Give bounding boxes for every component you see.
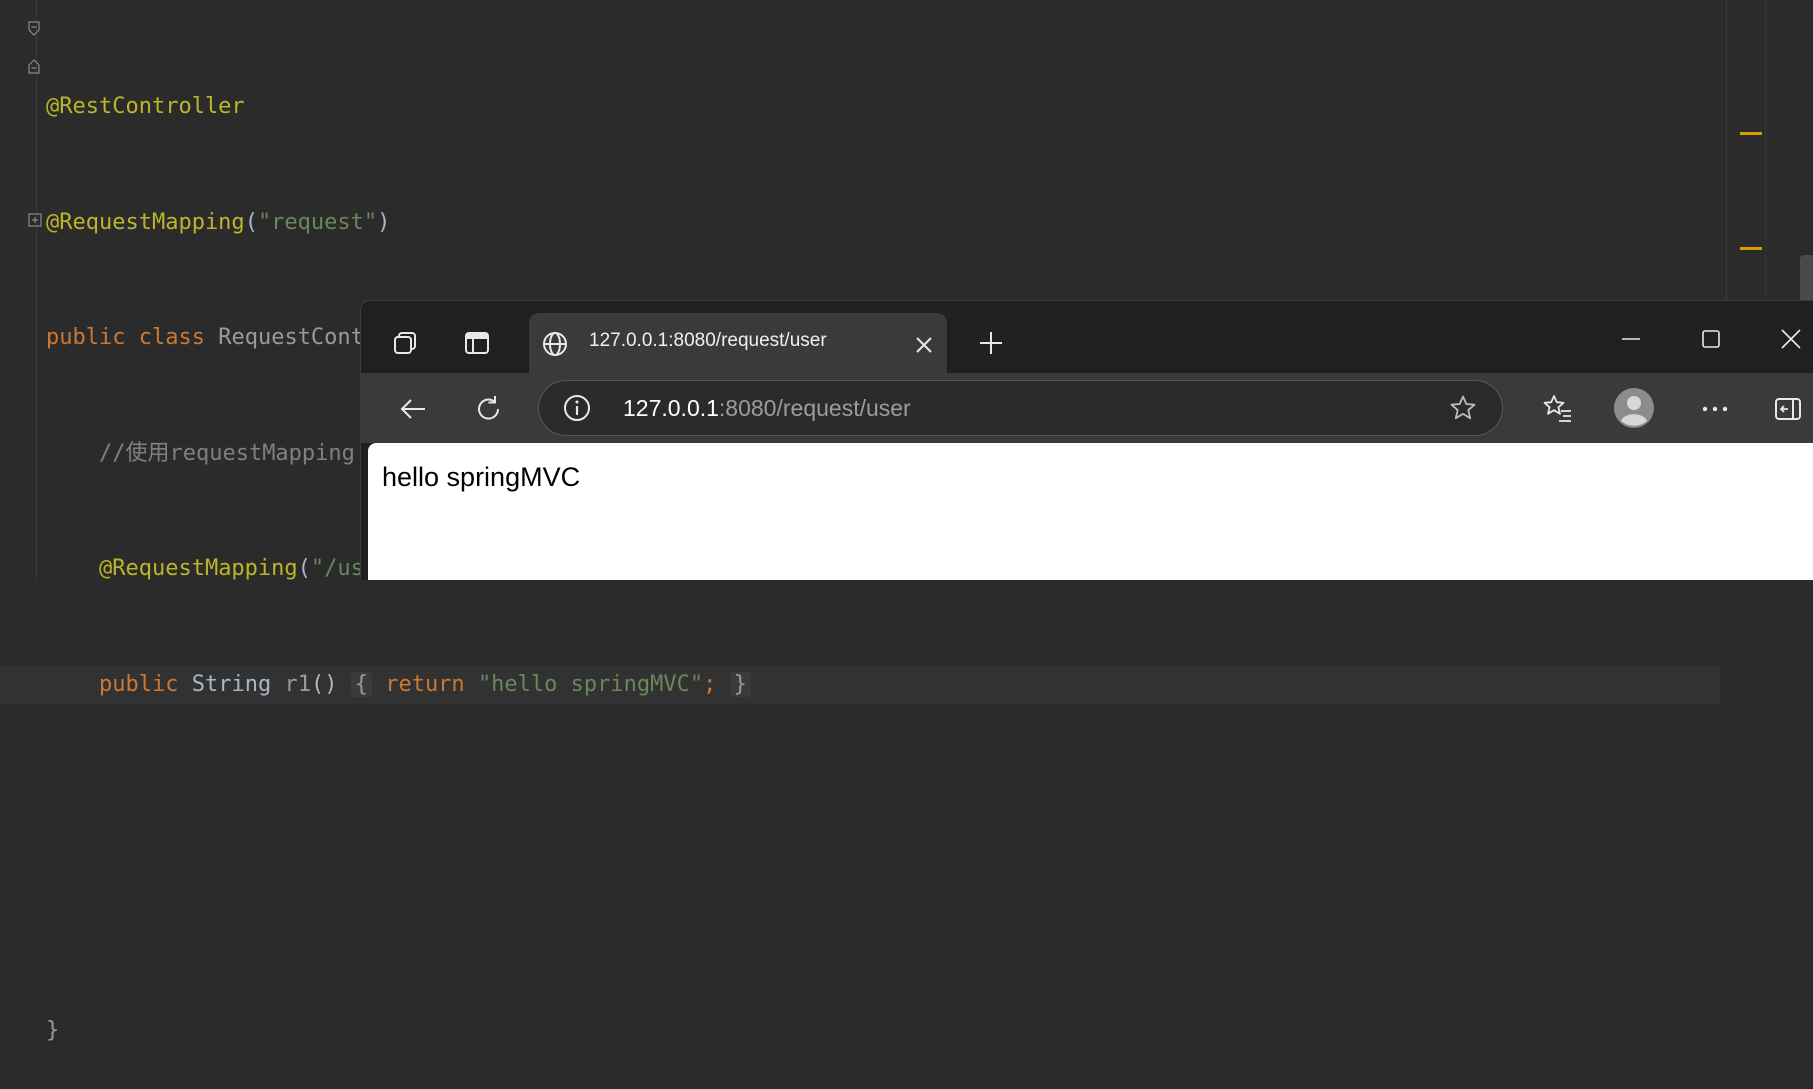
comment: //使用requestMapping bbox=[98, 440, 355, 466]
tab-active[interactable]: 127.0.0.1:8080/request/user bbox=[529, 313, 947, 373]
maximize-icon[interactable] bbox=[1691, 319, 1731, 359]
code-line: @RestController bbox=[46, 88, 751, 127]
browser-window: 127.0.0.1:8080/request/user 127.0.0.1:80… bbox=[360, 300, 1813, 580]
favorites-icon[interactable] bbox=[1536, 387, 1580, 431]
annotation: @RequestMapping bbox=[46, 209, 245, 235]
workspaces-icon[interactable] bbox=[385, 323, 425, 363]
more-icon[interactable] bbox=[1693, 387, 1737, 431]
warning-marker[interactable] bbox=[1740, 247, 1762, 250]
minimize-icon[interactable] bbox=[1611, 319, 1651, 359]
sidebar-icon[interactable] bbox=[1766, 387, 1810, 431]
response-body-text: hello springMVC bbox=[382, 462, 581, 492]
warning-marker[interactable] bbox=[1740, 132, 1762, 135]
close-tab-icon[interactable] bbox=[909, 330, 939, 360]
url-text[interactable]: 127.0.0.1:8080/request/user bbox=[623, 395, 911, 422]
globe-icon bbox=[537, 326, 573, 362]
semicolon: ; bbox=[703, 671, 717, 697]
brace: } bbox=[46, 1018, 60, 1043]
fold-marker-icon[interactable] bbox=[28, 21, 40, 36]
keyword: return bbox=[385, 671, 465, 697]
browser-toolbar: 127.0.0.1:8080/request/user bbox=[361, 373, 1813, 443]
annotation: @RestController bbox=[46, 94, 245, 119]
close-window-icon[interactable] bbox=[1771, 319, 1811, 359]
new-tab-icon[interactable] bbox=[971, 323, 1011, 363]
paren: ( bbox=[297, 556, 311, 581]
paren: ) bbox=[377, 209, 391, 235]
keyword: public bbox=[98, 671, 179, 697]
string-literal: "request" bbox=[257, 209, 378, 235]
folded-brace[interactable]: } bbox=[729, 671, 751, 697]
refresh-icon[interactable] bbox=[467, 387, 511, 431]
address-bar[interactable]: 127.0.0.1:8080/request/user bbox=[538, 380, 1503, 436]
url-host: 127.0.0.1 bbox=[623, 395, 719, 421]
paren: ( bbox=[244, 209, 258, 235]
back-icon[interactable] bbox=[391, 387, 435, 431]
profile-avatar-icon[interactable] bbox=[1611, 385, 1657, 431]
url-path: :8080/request/user bbox=[718, 395, 911, 421]
string-literal: "hello springMVC" bbox=[477, 671, 704, 697]
type-name: String bbox=[191, 671, 272, 697]
favorite-star-icon[interactable] bbox=[1447, 392, 1479, 424]
code-line-current: public String r1() { return "hello sprin… bbox=[0, 665, 1720, 705]
tab-bar: 127.0.0.1:8080/request/user bbox=[361, 301, 1813, 373]
code-line: @RequestMapping("request") bbox=[46, 204, 751, 243]
parens: () bbox=[310, 671, 338, 697]
tab-title: 127.0.0.1:8080/request/user bbox=[589, 330, 827, 351]
code-line: } bbox=[46, 1012, 751, 1051]
fold-marker-icon[interactable] bbox=[28, 58, 40, 74]
info-icon[interactable] bbox=[561, 392, 593, 424]
page-content: hello springMVC bbox=[368, 443, 1813, 580]
vertical-tabs-icon[interactable] bbox=[457, 323, 497, 363]
editor-gutter bbox=[0, 0, 37, 579]
method-name: r1 bbox=[284, 671, 311, 697]
keyword: class bbox=[138, 325, 205, 350]
keyword: public bbox=[46, 325, 126, 350]
annotation: @RequestMapping bbox=[98, 556, 298, 581]
expand-fold-icon[interactable] bbox=[28, 213, 42, 227]
folded-brace[interactable]: { bbox=[350, 671, 372, 697]
